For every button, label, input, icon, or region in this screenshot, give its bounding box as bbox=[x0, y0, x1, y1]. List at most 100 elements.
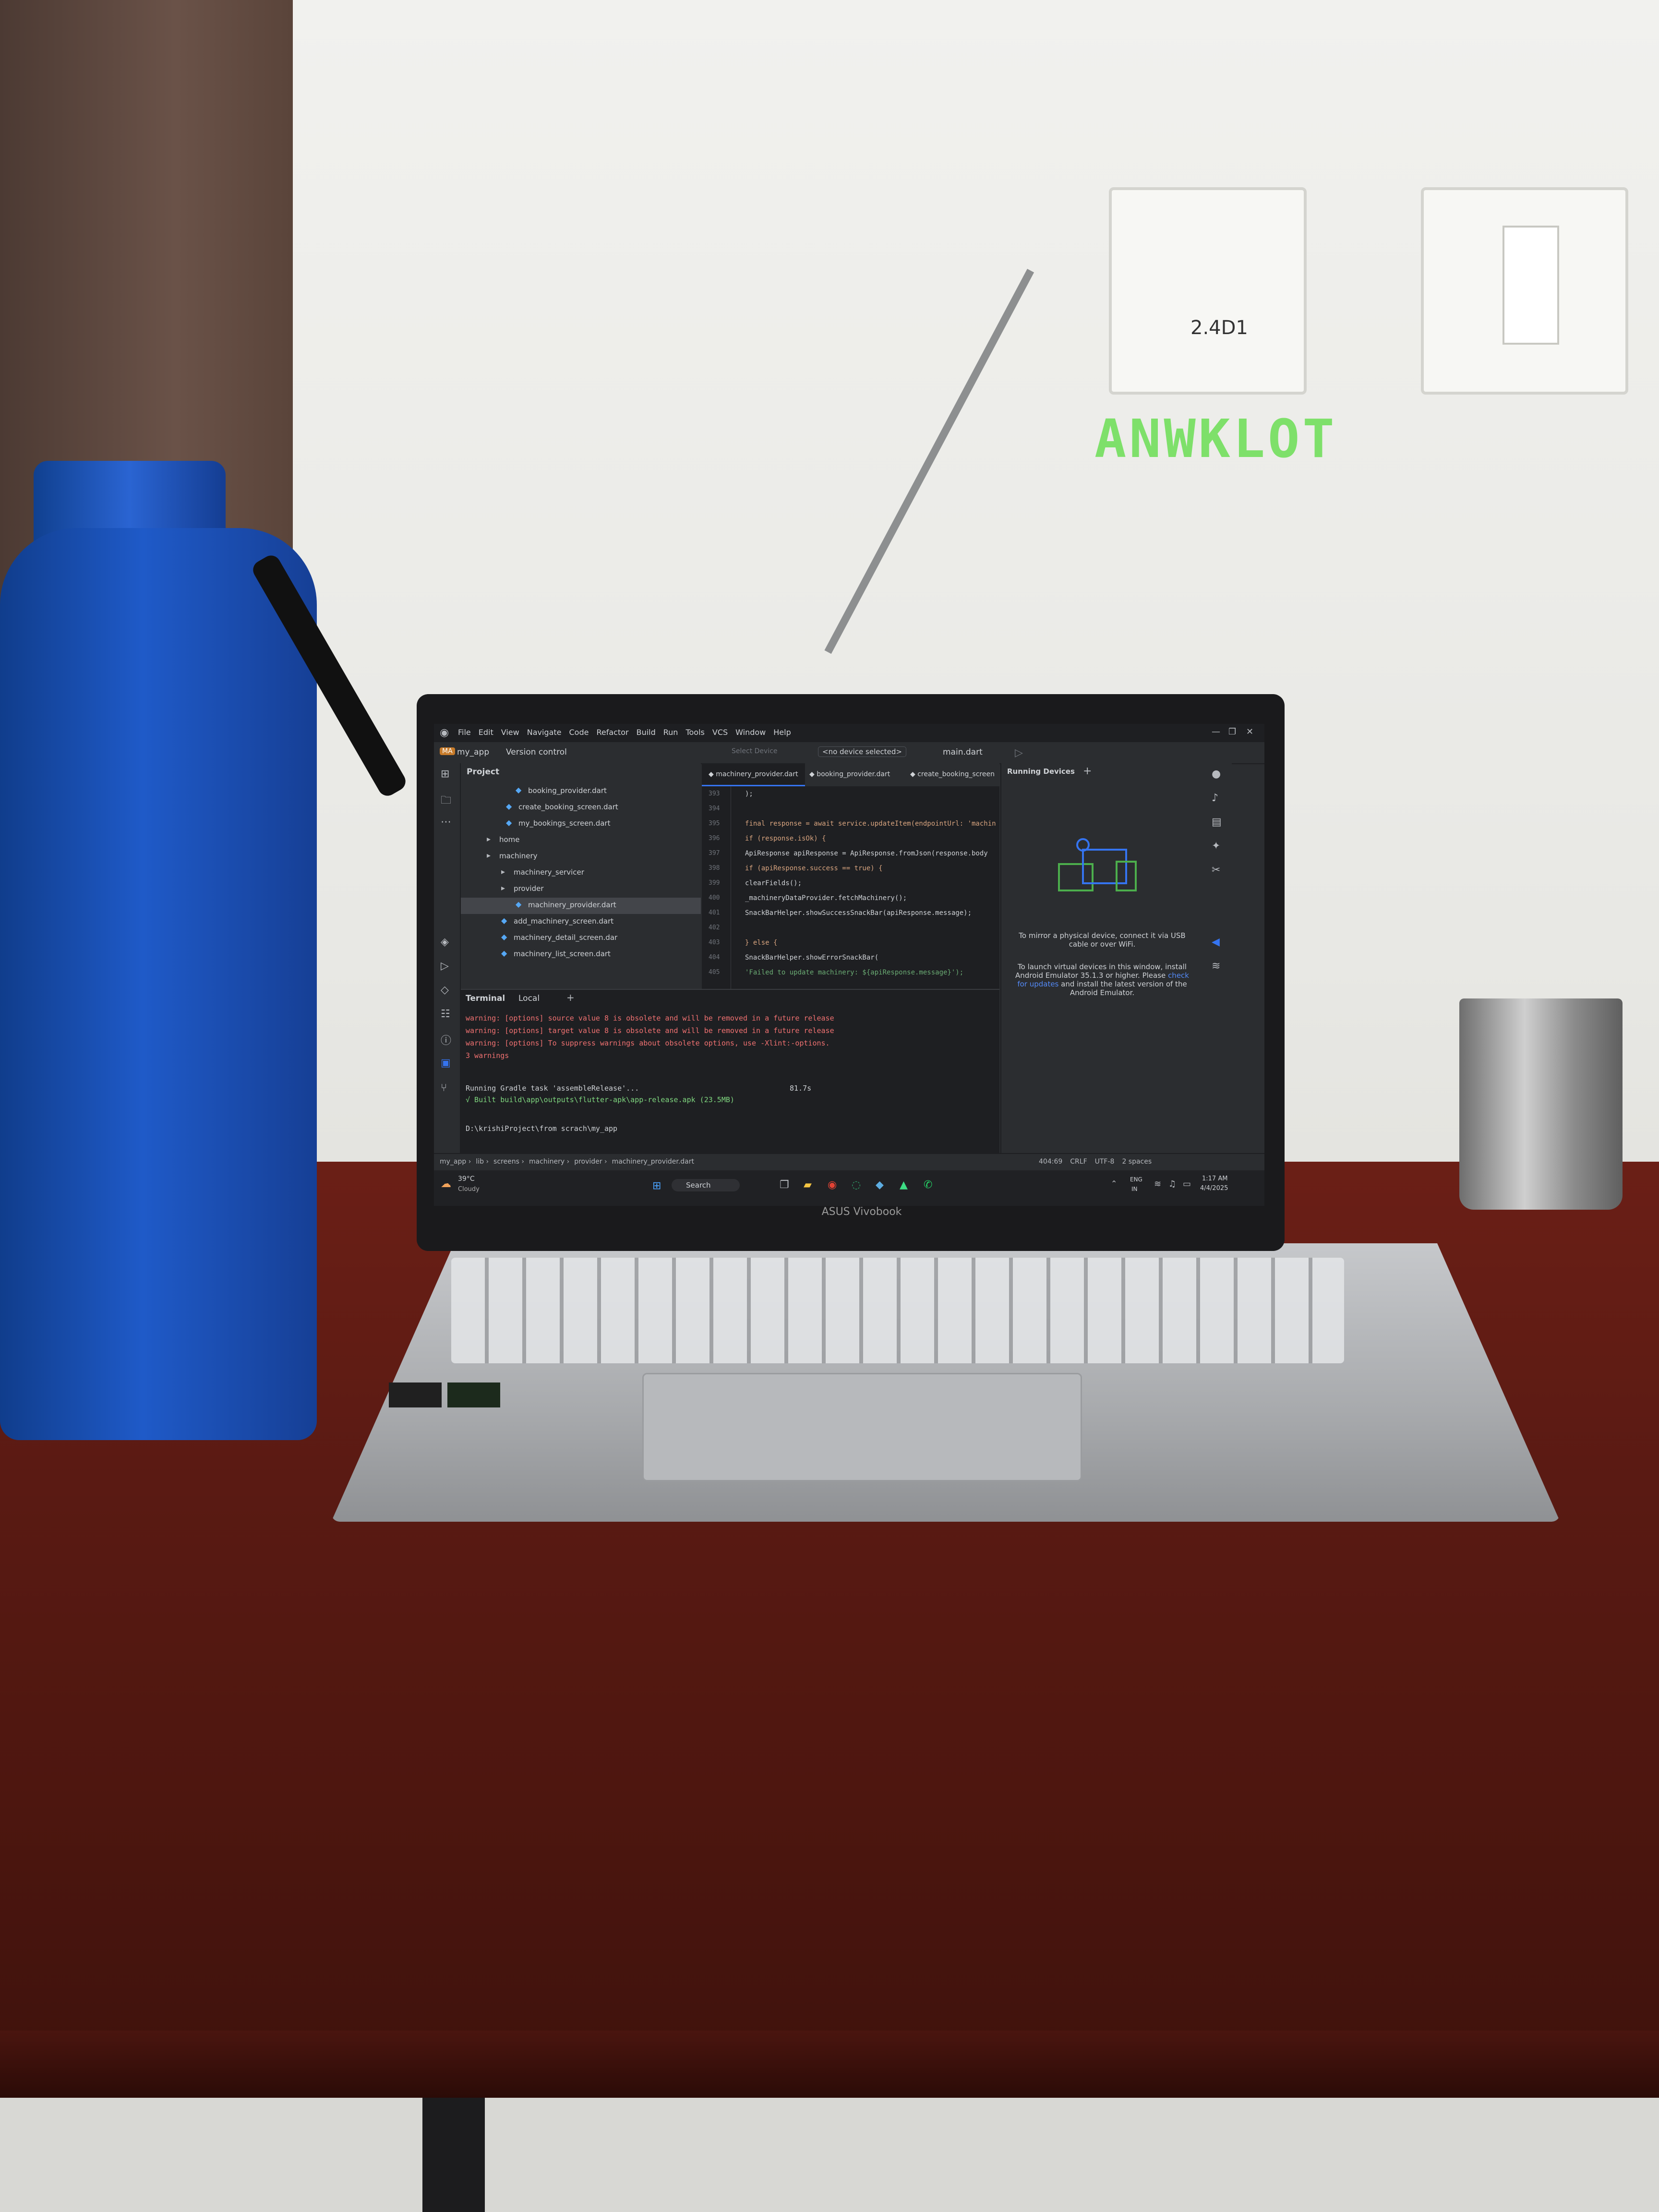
region-indicator[interactable]: IN bbox=[1131, 1186, 1138, 1192]
flutter-icon[interactable]: ◈ bbox=[441, 936, 449, 948]
more-icon[interactable]: ⋯ bbox=[441, 816, 451, 828]
editor-tab[interactable]: ◆ booking_provider.dart bbox=[803, 763, 897, 785]
add-device-icon[interactable]: + bbox=[1083, 765, 1092, 777]
tree-item[interactable]: ▸ provider bbox=[461, 881, 701, 898]
file-explorer-icon[interactable]: ▰ bbox=[804, 1179, 812, 1191]
terminal-prompt[interactable]: D:\krishiProject\from scrach\my_app bbox=[466, 1124, 617, 1133]
add-tab-icon[interactable]: + bbox=[566, 992, 575, 1003]
menu-vcs[interactable]: VCS bbox=[712, 728, 728, 737]
git-icon[interactable]: ⑂ bbox=[441, 1082, 447, 1094]
tree-item[interactable]: ◆ machinery_detail_screen.dar bbox=[461, 930, 701, 947]
breadcrumb-item[interactable]: machinery › bbox=[529, 1158, 569, 1166]
dependencies-icon[interactable]: ◇ bbox=[441, 984, 449, 996]
dart-file-icon: ◆ bbox=[516, 785, 522, 794]
device-dropdown[interactable]: <no device selected> bbox=[818, 746, 906, 757]
network-icon[interactable]: ≋ bbox=[1154, 1179, 1161, 1189]
maximize-icon[interactable]: ❐ bbox=[1228, 727, 1236, 737]
battery-icon[interactable]: ▭ bbox=[1183, 1179, 1191, 1189]
tree-item-label: my_bookings_screen.dart bbox=[518, 819, 611, 828]
menu-tools[interactable]: Tools bbox=[685, 728, 704, 737]
tree-item-label: machinery_servicer bbox=[514, 868, 584, 877]
volume-icon[interactable]: ♫ bbox=[1168, 1179, 1176, 1189]
status-indicator[interactable]: 2 spaces bbox=[1122, 1158, 1152, 1166]
line-number: 401 bbox=[709, 909, 720, 916]
tree-item[interactable]: ◆ add_machinery_screen.dart bbox=[461, 914, 701, 930]
run-icon[interactable]: ▷ bbox=[1015, 747, 1023, 759]
minimize-icon[interactable]: — bbox=[1212, 727, 1220, 737]
version-control-menu[interactable]: Version control bbox=[506, 747, 567, 757]
status-indicator[interactable]: UTF-8 bbox=[1095, 1158, 1115, 1166]
task-view-icon[interactable]: ❐ bbox=[780, 1179, 789, 1191]
run-config-dropdown[interactable]: main.dart bbox=[943, 747, 983, 757]
tree-item[interactable]: ◆ booking_provider.dart bbox=[461, 783, 701, 800]
terminal-tab-local[interactable]: Local bbox=[518, 994, 540, 1003]
code-line: final response = await service.updateIte… bbox=[745, 820, 996, 828]
windows-start-icon[interactable]: ⊞ bbox=[652, 1180, 661, 1192]
tray-chevron-icon[interactable]: ⌃ bbox=[1111, 1179, 1117, 1188]
status-indicator[interactable]: 404:69 bbox=[1039, 1158, 1062, 1166]
flutter-inspector-icon[interactable]: ◀ bbox=[1212, 936, 1220, 948]
menu-view[interactable]: View bbox=[501, 728, 519, 737]
weather-icon[interactable]: ☁ bbox=[441, 1178, 451, 1190]
menu-build[interactable]: Build bbox=[637, 728, 656, 737]
chrome-icon[interactable]: ◉ bbox=[828, 1179, 837, 1191]
editor-tab[interactable]: ◆ machinery_provider.dart bbox=[702, 763, 805, 786]
taskbar-search[interactable]: Search bbox=[672, 1179, 740, 1191]
editor-tab[interactable]: ◆ create_booking_screen bbox=[903, 763, 1001, 785]
line-number: 404 bbox=[709, 954, 720, 961]
terminal-title[interactable]: Terminal bbox=[466, 994, 505, 1003]
menu-window[interactable]: Window bbox=[735, 728, 766, 737]
code-line: } else { bbox=[745, 939, 778, 947]
vscode-icon[interactable]: ◆ bbox=[876, 1179, 884, 1191]
breadcrumb-item[interactable]: my_app › bbox=[440, 1158, 471, 1166]
close-icon[interactable]: ✕ bbox=[1246, 727, 1253, 737]
run-panel-icon[interactable]: ▷ bbox=[441, 960, 449, 972]
breadcrumb-item[interactable]: provider › bbox=[574, 1158, 607, 1166]
breadcrumb-item[interactable]: machinery_provider.dart bbox=[612, 1158, 694, 1166]
breadcrumb: my_app › lib › screens › machinery › provide… bbox=[440, 1158, 694, 1166]
left-tool-strip: ⊞ 🗀 ⋯ ◈ ▷ ◇ ☷ ⓘ ▣ ⑂ bbox=[434, 763, 461, 1153]
tree-item[interactable]: ▸ home bbox=[461, 832, 701, 849]
android-studio-taskbar-icon[interactable]: ▲ bbox=[900, 1179, 908, 1191]
gemini-icon[interactable]: ✦ bbox=[1212, 840, 1220, 852]
status-indicator[interactable]: CRLF bbox=[1070, 1158, 1087, 1166]
tools-icon[interactable]: ✂ bbox=[1212, 864, 1220, 876]
tree-item[interactable]: ▸ machinery_servicer bbox=[461, 865, 701, 881]
taskbar-time[interactable]: 1:17 AM bbox=[1202, 1175, 1227, 1182]
taskbar-date[interactable]: 4/4/2025 bbox=[1200, 1185, 1228, 1192]
notifications-icon[interactable]: ♪ bbox=[1212, 792, 1218, 804]
menu-file[interactable]: File bbox=[458, 728, 471, 737]
tree-item[interactable]: ◆ machinery_list_screen.dart bbox=[461, 947, 701, 963]
select-device-label[interactable]: Select Device bbox=[732, 747, 778, 755]
menu-refactor[interactable]: Refactor bbox=[596, 728, 628, 737]
terminal-icon[interactable]: ▣ bbox=[441, 1057, 451, 1069]
tree-item[interactable]: ◆ my_bookings_screen.dart bbox=[461, 816, 701, 832]
project-panel-title[interactable]: Project bbox=[467, 767, 499, 777]
folder-icon[interactable]: 🗀 bbox=[441, 792, 451, 810]
weather-temp: 39°C bbox=[458, 1175, 475, 1183]
language-indicator[interactable]: ENG bbox=[1130, 1176, 1142, 1183]
code-editor[interactable]: ); final response = await service.update… bbox=[702, 786, 999, 989]
tree-item[interactable]: ▸ machinery bbox=[461, 849, 701, 865]
device-manager-icon[interactable]: ▤ bbox=[1212, 816, 1222, 828]
menu-edit[interactable]: Edit bbox=[479, 728, 493, 737]
devices-illustration bbox=[1058, 838, 1137, 891]
project-switcher[interactable]: my_app bbox=[457, 747, 489, 757]
project-structure-icon[interactable]: ⊞ bbox=[441, 768, 449, 780]
menu-code[interactable]: Code bbox=[569, 728, 589, 737]
tree-item[interactable]: ◆ create_booking_screen.dart bbox=[461, 800, 701, 816]
wifi-icon[interactable]: ≋ bbox=[1212, 960, 1220, 972]
menu-run[interactable]: Run bbox=[663, 728, 678, 737]
edge-icon[interactable]: ◌ bbox=[852, 1179, 861, 1191]
problems-icon[interactable]: ⓘ bbox=[441, 1032, 451, 1047]
breadcrumb-item[interactable]: screens › bbox=[493, 1158, 524, 1166]
menu-help[interactable]: Help bbox=[773, 728, 791, 737]
breadcrumb-item[interactable]: lib › bbox=[476, 1158, 489, 1166]
menu-navigate[interactable]: Navigate bbox=[527, 728, 562, 737]
whatsapp-icon[interactable]: ✆ bbox=[924, 1179, 932, 1191]
devices-message-3-prefix: Please bbox=[1142, 971, 1166, 980]
logcat-icon[interactable]: ☷ bbox=[441, 1008, 450, 1020]
avatar[interactable]: ● bbox=[1212, 768, 1221, 780]
tree-item[interactable]: ◆ machinery_provider.dart bbox=[461, 898, 701, 914]
ryzen-sticker bbox=[389, 1382, 442, 1407]
